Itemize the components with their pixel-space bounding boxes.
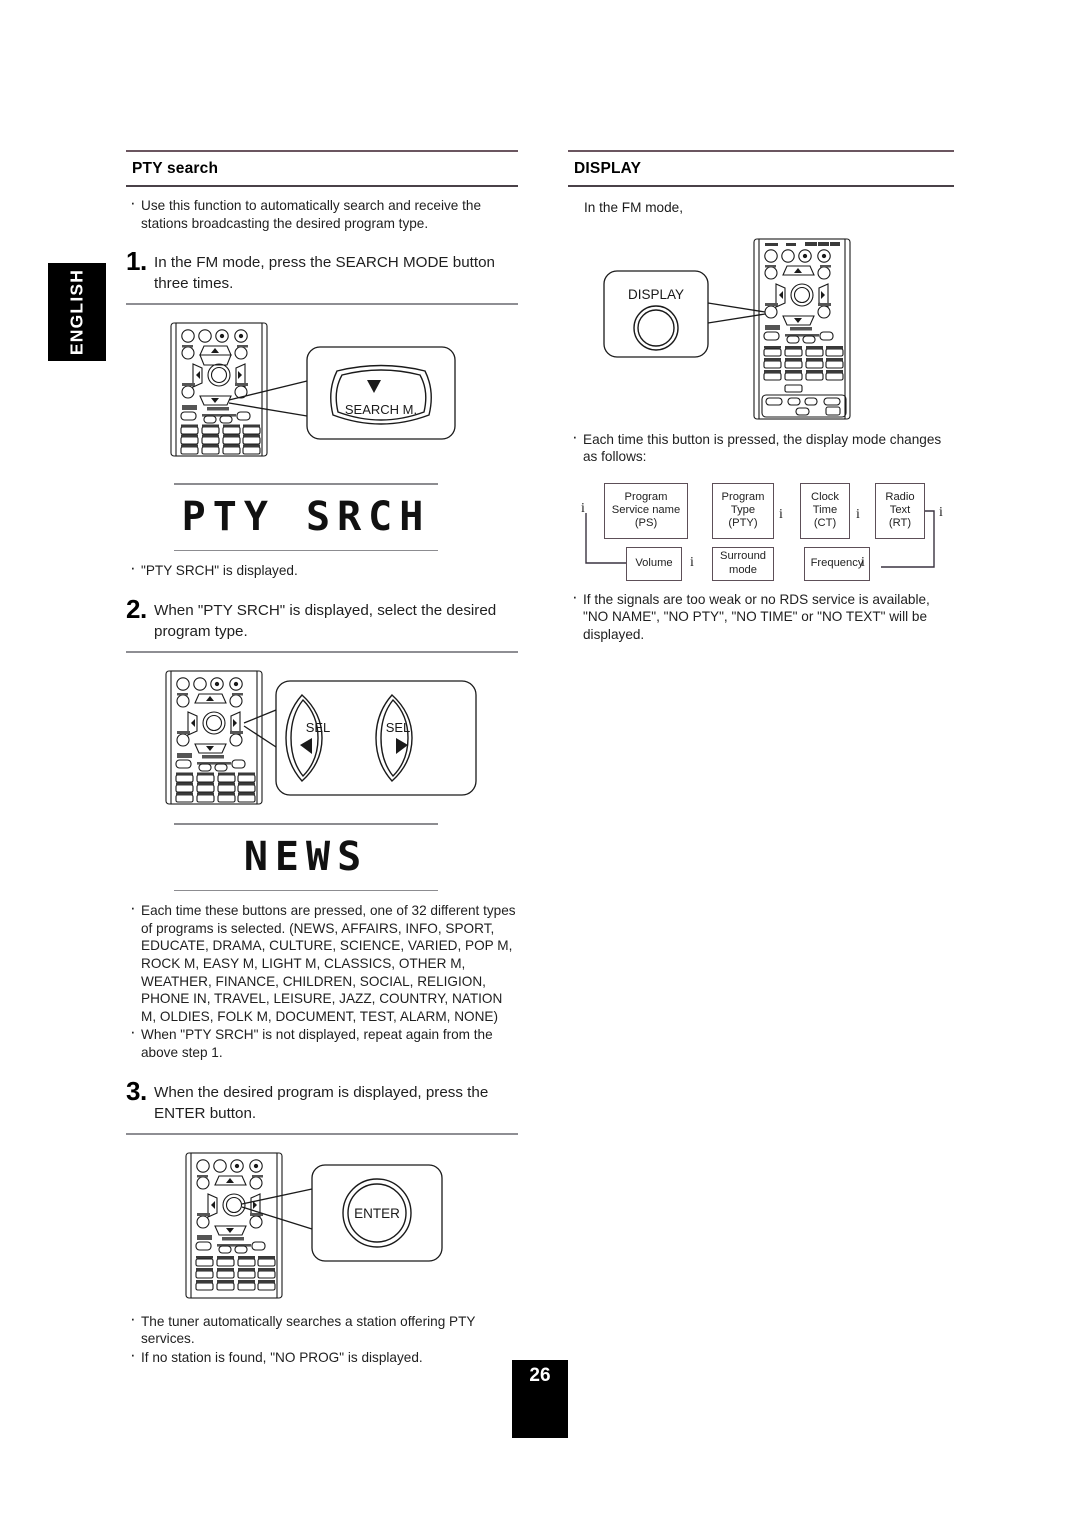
flow-box-volume-line1: Volume <box>635 557 673 570</box>
step-2-rule <box>126 650 518 653</box>
note-program-types: Each time these buttons are pressed, one… <box>126 899 518 1025</box>
intro-bullet: Use this function to automatically searc… <box>126 194 518 232</box>
flow-box-rt-line2: Text <box>889 504 911 517</box>
step-2-text: When "PTY SRCH" is displayed, select the… <box>154 601 497 640</box>
flow-box-rt-line1: Radio <box>885 490 915 503</box>
flow-box-rt: Radio Text (RT) <box>875 482 925 539</box>
manual-page: ENGLISH PTY search Use this function to … <box>0 0 1080 1525</box>
step-1-number: 1. <box>126 246 147 277</box>
section-header-pty-search: PTY search <box>126 150 518 187</box>
flow-box-volume: Volume <box>626 546 682 581</box>
figure-search-mode: SEARCH M. <box>126 319 518 459</box>
flow-box-surround: Surround mode <box>712 546 774 581</box>
callout-display <box>603 269 709 358</box>
lcd1-note: "PTY SRCH" is displayed. <box>126 559 518 580</box>
step-3-rule <box>126 1132 518 1135</box>
note-tuner-search: The tuner automatically searches a stati… <box>126 1309 518 1348</box>
figure-display-svg: DISPLAY <box>603 238 851 420</box>
flow-box-ct-line2: Time <box>812 504 838 517</box>
note-no-prog: If no station is found, "NO PROG" is dis… <box>126 1346 518 1367</box>
callout-search-mode-label: SEARCH M. <box>345 402 417 417</box>
flow-box-ps-line1: Program <box>624 490 668 503</box>
flow-box-pty-line3: (PTY) <box>728 517 758 530</box>
page-number-block: 26 <box>512 1360 568 1438</box>
lcd-rule-bottom <box>174 549 438 552</box>
step-3-text: When the desired program is displayed, p… <box>154 1083 489 1122</box>
section-title: PTY search <box>132 160 219 177</box>
right-column: DISPLAY In the FM mode, DISPLAY · Each t… <box>568 150 954 644</box>
flow-box-pty-line2: Type <box>730 504 756 517</box>
display-intro: In the FM mode, <box>584 200 683 215</box>
flow-box-ct-line3: (CT) <box>813 517 837 530</box>
left-column: PTY search Use this function to automati… <box>126 150 518 1366</box>
sel-right-label: SEL <box>386 720 411 735</box>
display-rule-bottom <box>568 185 954 187</box>
flow-arrow-2: i <box>779 506 783 522</box>
step-1: 1. In the FM mode, press the SEARCH MODE… <box>126 246 518 294</box>
step-2-number: 2. <box>126 593 147 624</box>
step-3-number: 3. <box>126 1075 147 1106</box>
display-mode-note: Each time this button is pressed, the di… <box>568 428 954 466</box>
flow-box-rt-line3: (RT) <box>888 517 912 530</box>
flow-arrow-5: i <box>690 554 694 570</box>
figure-enter-button: ENTER <box>126 1149 518 1301</box>
figure-sel-buttons: SEL SEL <box>126 667 518 807</box>
step-1-rule <box>126 303 518 306</box>
display-button-on-remote <box>764 305 778 319</box>
page-number: 26 <box>529 1365 551 1386</box>
step-3: 3. When the desired program is displayed… <box>126 1075 518 1124</box>
lcd2-rule-bottom <box>174 889 438 892</box>
callout-enter-label: ENTER <box>354 1206 400 1221</box>
flow-box-ct: Clock Time (CT) <box>800 482 850 539</box>
flow-arrow-6: i <box>861 554 865 570</box>
step-1-text: In the FM mode, press the SEARCH MODE bu… <box>154 254 496 293</box>
flow-box-frequency-line1: Frequency <box>810 557 864 570</box>
flow-box-ct-line1: Clock <box>811 490 839 503</box>
lcd-readout-pty-srch: PTY SRCH <box>126 483 518 552</box>
lcd-text: PTY SRCH <box>181 493 431 540</box>
section-header-display: DISPLAY <box>568 150 954 187</box>
figure-display-button: DISPLAY <box>568 227 954 423</box>
flow-box-surround-line1: Surround <box>719 550 767 563</box>
note-repeat-step1: When "PTY SRCH" is not displayed, repeat… <box>126 1023 518 1061</box>
flow-box-ps-line2: Service name <box>611 504 681 517</box>
section-rule-bottom <box>126 185 518 187</box>
sel-left-label: SEL <box>306 720 331 735</box>
language-tab-label: ENGLISH <box>66 268 87 356</box>
language-tab-english: ENGLISH <box>48 263 106 361</box>
lcd-readout-news: NEWS <box>126 822 518 892</box>
callout-search-mode <box>306 346 456 440</box>
flow-arrow-1: i <box>581 500 585 516</box>
figure-sel-svg: SEL SEL <box>165 670 477 805</box>
flow-box-pty: Program Type (PTY) <box>712 482 774 539</box>
flow-arrow-4: i <box>939 504 943 520</box>
flow-box-pty-line1: Program <box>721 490 765 503</box>
flow-arrow-3: i <box>856 506 860 522</box>
flow-box-surround-line2: mode <box>729 563 757 576</box>
flow-box-ps-line3: (PS) <box>634 517 658 530</box>
figure-enter-svg: ENTER <box>185 1151 443 1299</box>
figure-search-mode-svg: SEARCH M. <box>170 322 456 457</box>
display-section-title: DISPLAY <box>574 160 642 177</box>
flow-box-ps: Program Service name (PS) <box>604 482 688 539</box>
lcd2-text: NEWS <box>243 833 369 880</box>
display-weak-signal-note: If the signals are too weak or no RDS se… <box>568 588 954 644</box>
display-mode-flow-diagram: Program Service name (PS) Program Type (… <box>568 479 954 581</box>
step-2: 2. When "PTY SRCH" is displayed, select … <box>126 593 518 642</box>
callout-display-label: DISPLAY <box>628 287 684 302</box>
